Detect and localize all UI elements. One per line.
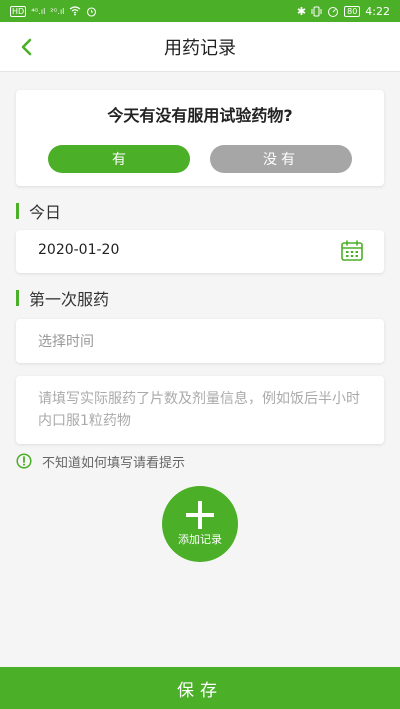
sim-chip: HD: [10, 5, 27, 17]
signal-1: ⁴ᴳ.ıl: [31, 6, 46, 16]
no-button[interactable]: 没有: [210, 145, 352, 173]
signal-2: ²ᴳ.ıl: [50, 6, 65, 16]
date-value: 2020-01-20: [38, 242, 120, 258]
section-first-dose: 第一次服药: [16, 286, 109, 310]
section-today: 今日: [16, 199, 61, 223]
time-placeholder: 选择时间: [38, 334, 94, 350]
info-icon: [16, 453, 32, 469]
dose-note-textarea[interactable]: 请填写实际服药了片数及剂量信息，例如饭后半小时内口服1粒药物: [16, 376, 384, 444]
wifi-icon: [70, 6, 81, 16]
question-text: 今天有没有服用试验药物?: [107, 106, 293, 125]
time-picker-field[interactable]: 选择时间: [16, 319, 384, 363]
plus-icon: [186, 501, 214, 529]
note-placeholder: 请填写实际服药了片数及剂量信息，例如饭后半小时内口服1粒药物: [38, 391, 360, 429]
date-field[interactable]: 2020-01-20: [16, 230, 384, 273]
section-marker: [16, 203, 19, 219]
chevron-left-icon: [21, 38, 32, 56]
page-title: 用药记录: [164, 37, 236, 59]
yes-button[interactable]: 有: [48, 145, 190, 173]
hint-text: 不知道如何填写请看提示: [42, 455, 186, 471]
section-title: 今日: [29, 203, 62, 222]
clock: 4:22: [365, 4, 390, 18]
add-record-label: 添加记录: [178, 533, 222, 546]
battery-icon: 80: [344, 5, 361, 17]
save-button[interactable]: 保存: [0, 667, 400, 709]
section-marker: [16, 290, 19, 306]
calendar-icon[interactable]: [340, 240, 364, 262]
back-button[interactable]: [12, 32, 42, 62]
help-hint[interactable]: 不知道如何填写请看提示: [16, 451, 185, 471]
nav-bar: 用药记录: [0, 22, 400, 72]
section-title: 第一次服药: [29, 290, 110, 309]
bluetooth-icon: ✱: [296, 4, 307, 18]
status-bar: HD ⁴ᴳ.ıl ²ᴳ.ıl ✱ 80 4:22: [0, 0, 400, 22]
speed-icon: [328, 6, 339, 17]
alarm-icon: [87, 6, 97, 17]
medication-question-card: 今天有没有服用试验药物? 有 没有: [16, 90, 384, 186]
add-record-button[interactable]: 添加记录: [162, 486, 238, 562]
vibrate-icon: [311, 6, 322, 16]
